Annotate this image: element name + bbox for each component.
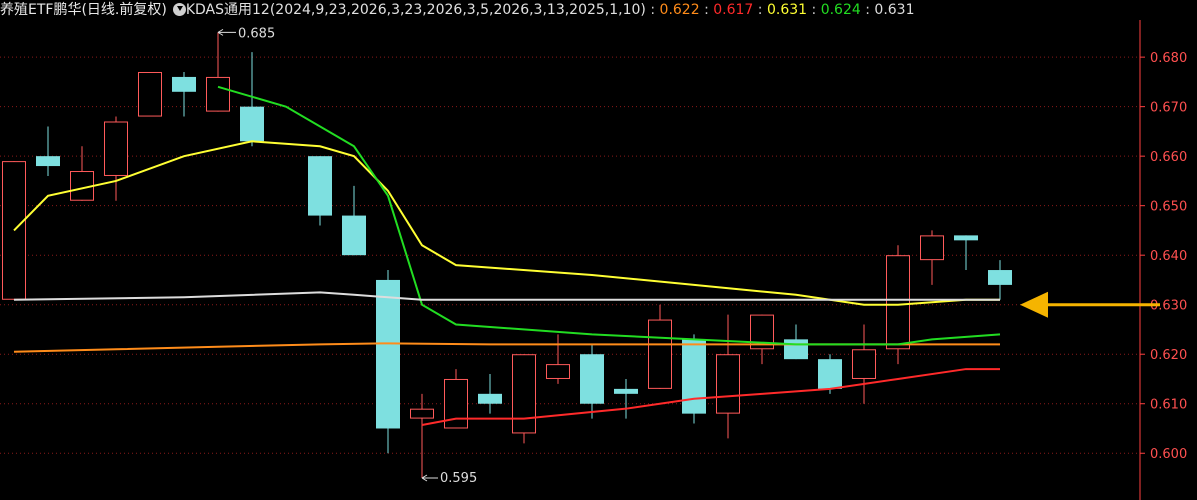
candle-body-up bbox=[648, 319, 672, 389]
high-price-label: 0.685 bbox=[238, 26, 275, 41]
candle-body-down bbox=[478, 393, 502, 404]
candle-body-down bbox=[818, 359, 842, 389]
y-tick-label: 0.640 bbox=[1150, 249, 1187, 264]
annotation-arrow-head bbox=[1020, 291, 1048, 318]
candle-body-up bbox=[886, 255, 910, 350]
indicator-line-2 bbox=[421, 368, 1000, 427]
y-tick-label: 0.600 bbox=[1150, 447, 1187, 462]
candle-body-up bbox=[138, 71, 162, 117]
candle-body-up bbox=[716, 354, 740, 414]
candle-body-down bbox=[172, 76, 196, 92]
candle-body-up bbox=[410, 408, 434, 419]
candle-body-down bbox=[36, 156, 60, 167]
y-tick-label: 0.620 bbox=[1150, 348, 1187, 363]
indicator-line-5 bbox=[13, 291, 1000, 301]
candle-body-down bbox=[784, 339, 808, 360]
candle-body-down bbox=[988, 270, 1012, 285]
candle-body-down bbox=[614, 388, 638, 394]
candle-body-down bbox=[376, 279, 400, 429]
candle-body-up bbox=[852, 349, 876, 379]
candle-body-down bbox=[682, 339, 706, 414]
candle-body-up bbox=[512, 354, 536, 434]
y-tick-label: 0.610 bbox=[1150, 398, 1187, 413]
candle-body-down bbox=[580, 354, 604, 404]
candle-body-down bbox=[308, 156, 332, 216]
y-tick-label: 0.670 bbox=[1150, 101, 1187, 116]
candle-body-up bbox=[546, 364, 570, 379]
y-tick-label: 0.660 bbox=[1150, 150, 1187, 165]
y-tick-label: 0.650 bbox=[1150, 200, 1187, 215]
candle-body-down bbox=[240, 106, 264, 142]
low-price-label: 0.595 bbox=[440, 471, 477, 486]
candle-body-down bbox=[342, 215, 366, 256]
indicator-line-3 bbox=[13, 140, 1000, 306]
candle-body-down bbox=[954, 235, 978, 241]
kline-chart[interactable]: 0.6800.6700.6600.6500.6400.6300.6200.610… bbox=[0, 0, 1197, 500]
y-tick-label: 0.680 bbox=[1150, 51, 1187, 66]
candle-body-up bbox=[920, 235, 944, 261]
high-marker-arrow bbox=[217, 28, 236, 36]
candle-body-up bbox=[104, 121, 128, 176]
candle-body-up bbox=[206, 76, 230, 112]
low-marker-arrow bbox=[421, 474, 438, 482]
